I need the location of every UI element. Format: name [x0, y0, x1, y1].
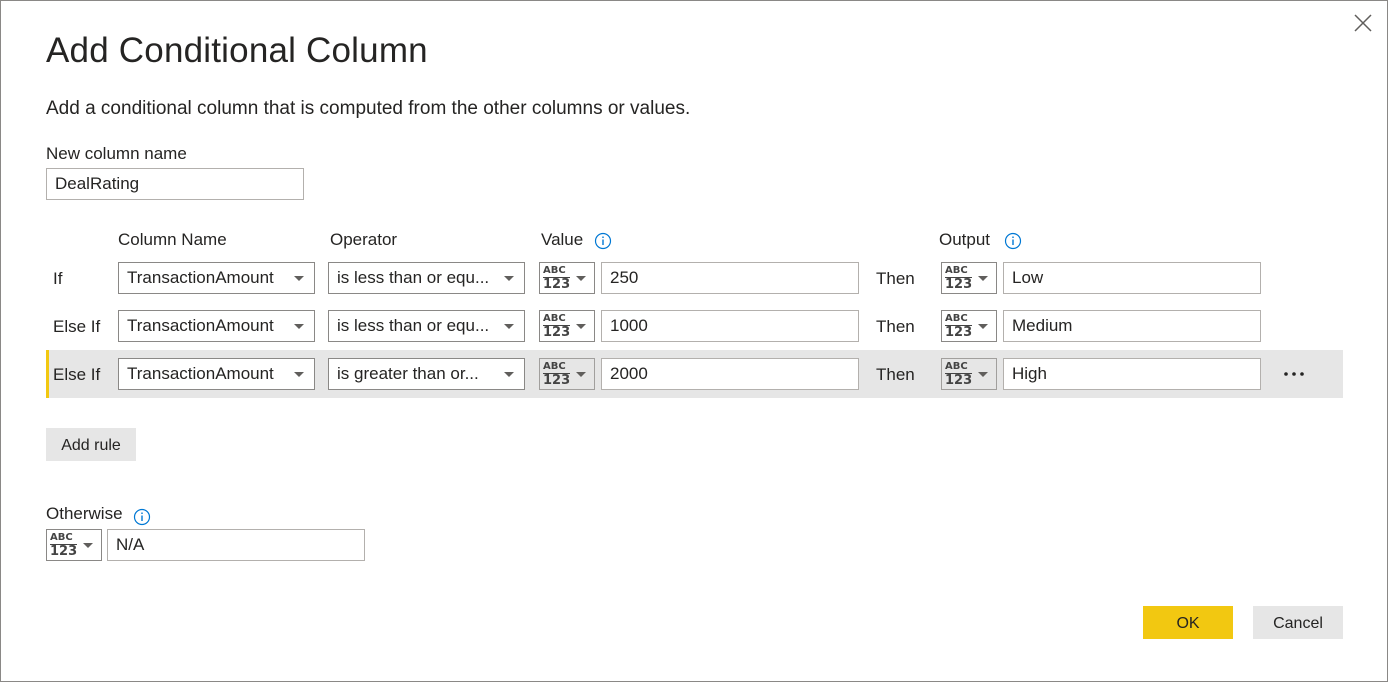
any-type-icon: ABC [945, 313, 968, 324]
rule-output-input[interactable]: Medium [1003, 310, 1261, 342]
any-type-icon: ABC [945, 361, 968, 372]
any-type-icon-number: 123 [543, 373, 571, 388]
rule-operator-dropdown[interactable]: is greater than or... [328, 358, 525, 390]
new-column-name-label: New column name [46, 144, 187, 163]
then-label: Then [876, 317, 915, 336]
rule-operator-value: is less than or equ... [337, 268, 490, 287]
operator-header: Operator [330, 230, 398, 249]
rule-column-dropdown[interactable]: TransactionAmount [118, 310, 315, 342]
dialog-title: Add Conditional Column [46, 31, 428, 70]
add-conditional-column-dialog: Add Conditional Column Add a conditional… [0, 0, 1388, 682]
any-type-icon-number: 123 [945, 325, 973, 340]
more-options-icon[interactable] [1281, 361, 1307, 387]
output-type-button[interactable]: ABC 123 [941, 310, 997, 342]
otherwise-info-icon[interactable] [133, 508, 151, 526]
rule-output-input[interactable]: Low [1003, 262, 1261, 294]
dialog-subtitle: Add a conditional column that is compute… [46, 98, 691, 119]
add-rule-button[interactable]: Add rule [46, 428, 136, 461]
any-type-icon-number: 123 [945, 277, 973, 292]
output-type-button[interactable]: ABC 123 [941, 358, 997, 390]
rule-column-value: TransactionAmount [127, 268, 274, 287]
chevron-down-icon [978, 276, 988, 281]
otherwise-type-button[interactable]: ABC 123 [46, 529, 102, 561]
rule-value-input[interactable]: 2000 [601, 358, 859, 390]
chevron-down-icon [294, 276, 304, 281]
rule-column-dropdown[interactable]: TransactionAmount [118, 358, 315, 390]
close-icon[interactable] [1351, 11, 1375, 35]
chevron-down-icon [576, 372, 586, 377]
value-type-button[interactable]: ABC 123 [539, 358, 595, 390]
chevron-down-icon [504, 276, 514, 281]
any-type-icon: ABC [543, 361, 566, 372]
any-type-icon-number: 123 [50, 544, 78, 559]
any-type-icon: ABC [543, 313, 566, 324]
cancel-button[interactable]: Cancel [1253, 606, 1343, 639]
rule-operator-value: is greater than or... [337, 364, 479, 383]
then-label: Then [876, 269, 915, 288]
any-type-icon: ABC [50, 532, 73, 543]
any-type-icon-number: 123 [945, 373, 973, 388]
rule-clause-label: If [53, 269, 63, 288]
new-column-name-input[interactable]: DealRating [46, 168, 304, 200]
otherwise-label: Otherwise [46, 504, 123, 523]
any-type-icon: ABC [945, 265, 968, 276]
value-type-button[interactable]: ABC 123 [539, 262, 595, 294]
chevron-down-icon [576, 324, 586, 329]
rule-column-dropdown[interactable]: TransactionAmount [118, 262, 315, 294]
rule-clause-label: Else If [53, 317, 101, 336]
then-label: Then [876, 365, 915, 384]
rule-operator-value: is less than or equ... [337, 316, 490, 335]
ok-button[interactable]: OK [1143, 606, 1233, 639]
rule-column-value: TransactionAmount [127, 364, 274, 383]
any-type-icon-number: 123 [543, 277, 571, 292]
output-info-icon[interactable] [1004, 232, 1022, 250]
rule-output-input[interactable]: High [1003, 358, 1261, 390]
chevron-down-icon [978, 324, 988, 329]
rule-operator-dropdown[interactable]: is less than or equ... [328, 310, 525, 342]
any-type-icon-number: 123 [543, 325, 571, 340]
chevron-down-icon [294, 372, 304, 377]
chevron-down-icon [83, 543, 93, 548]
value-type-button[interactable]: ABC 123 [539, 310, 595, 342]
rule-column-value: TransactionAmount [127, 316, 274, 335]
rule-clause-label: Else If [53, 365, 101, 384]
column-name-header: Column Name [118, 230, 227, 249]
value-info-icon[interactable] [594, 232, 612, 250]
chevron-down-icon [978, 372, 988, 377]
any-type-icon: ABC [543, 265, 566, 276]
output-header: Output [939, 230, 991, 249]
chevron-down-icon [504, 324, 514, 329]
otherwise-input[interactable]: N/A [107, 529, 365, 561]
output-type-button[interactable]: ABC 123 [941, 262, 997, 294]
chevron-down-icon [504, 372, 514, 377]
chevron-down-icon [576, 276, 586, 281]
rule-operator-dropdown[interactable]: is less than or equ... [328, 262, 525, 294]
rule-value-input[interactable]: 250 [601, 262, 859, 294]
chevron-down-icon [294, 324, 304, 329]
value-header: Value [541, 230, 584, 249]
rule-value-input[interactable]: 1000 [601, 310, 859, 342]
